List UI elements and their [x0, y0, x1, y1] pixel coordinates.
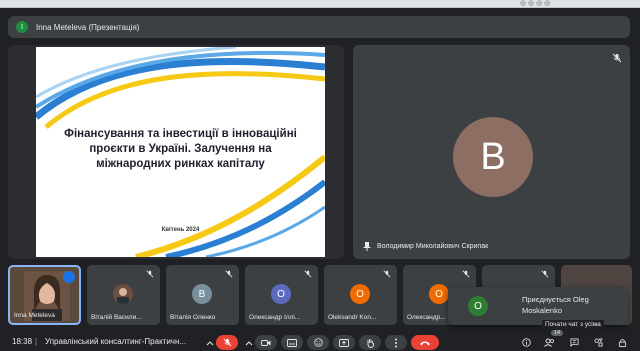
- meeting-time: 18:38: [12, 337, 33, 346]
- mic-off-icon: [223, 338, 231, 347]
- avatar: В: [192, 284, 212, 304]
- avatar: O: [350, 284, 370, 304]
- browser-tab-icons[interactable]: ◎ ◎ ◎ ◎: [520, 0, 550, 8]
- participant-name: Олександр Іллі...: [249, 314, 301, 321]
- participant-name: Віталія Оленко: [170, 314, 216, 321]
- presenter-avatar: I: [16, 21, 28, 33]
- join-notification-line-2: Moskalenko: [522, 306, 563, 315]
- mic-off-icon: [541, 270, 549, 278]
- camera-toggle-button[interactable]: [255, 335, 277, 350]
- camera-icon: [261, 339, 271, 346]
- slide-title-line-1: Фінансування та інвестиції в інноваційні: [64, 128, 297, 140]
- mic-off-icon: [462, 270, 470, 278]
- time-separator: |: [35, 337, 38, 346]
- mic-off-icon: [146, 270, 154, 278]
- participant-tile[interactable]: O Oleksandr Kon...: [324, 265, 397, 325]
- bottom-control-bar: 18:38 | Управлінський консалтинг-Практич…: [0, 334, 640, 351]
- participant-tile[interactable]: Віталій Васили...: [87, 265, 160, 325]
- participant-name: Віталій Васили...: [91, 314, 142, 321]
- participant-tile-self[interactable]: Inna Meteleva: [8, 265, 81, 325]
- present-screen-icon: [339, 338, 349, 347]
- mic-toggle-button[interactable]: [216, 335, 238, 350]
- mic-off-icon: [612, 53, 622, 63]
- host-controls-button[interactable]: [614, 335, 630, 350]
- participant-tile[interactable]: В Віталія Оленко: [166, 265, 239, 325]
- mic-off-icon: [225, 270, 233, 278]
- people-button[interactable]: [541, 335, 557, 350]
- raise-hand-button[interactable]: [359, 335, 381, 350]
- info-icon: [521, 338, 531, 347]
- more-vert-icon: [395, 338, 397, 347]
- avatar: O: [468, 296, 488, 316]
- presenter-label: Inna Meteleva (Презентація): [36, 22, 140, 32]
- reactions-button[interactable]: [307, 335, 329, 350]
- leave-call-button[interactable]: [411, 335, 439, 350]
- chat-tooltip: Почати чат з усіма: [542, 320, 604, 329]
- participant-name: Inna Meteleva: [14, 312, 55, 319]
- presenter-banner: I Inna Meteleva (Презентація): [8, 16, 630, 38]
- chat-icon: [569, 338, 579, 347]
- avatar: [113, 284, 133, 304]
- meeting-details-button[interactable]: [518, 335, 534, 350]
- avatar: О: [429, 284, 449, 304]
- slide-title-line-3: міжнародних ринках капіталу: [96, 158, 265, 170]
- browser-top-bar: ◎ ◎ ◎ ◎: [0, 0, 640, 8]
- present-button[interactable]: [333, 335, 355, 350]
- activities-button[interactable]: [590, 335, 606, 350]
- avatar: B: [453, 117, 533, 197]
- speaking-indicator-icon: [63, 271, 75, 283]
- participant-tile-main[interactable]: B Володимир Миколайович Скрипак: [353, 45, 630, 259]
- mic-off-icon: [304, 270, 312, 278]
- participant-name: Oleksandr Kon...: [328, 314, 377, 321]
- slide-title-line-2: проєкти в Україні. Залучення на: [89, 143, 272, 155]
- phone-hangup-icon: [420, 341, 430, 345]
- lock-person-icon: [618, 338, 626, 347]
- people-icon: [543, 338, 554, 347]
- meeting-title: Управлінський консалтинг-Практичн...: [45, 337, 187, 346]
- participant-name-label: Володимир Миколайович Скрипак: [363, 242, 488, 251]
- presentation-stage[interactable]: Фінансування та інвестиції в інноваційні…: [8, 45, 344, 259]
- shapes-icon: [593, 338, 603, 347]
- slide-date: Квітень 2024: [161, 227, 200, 233]
- participant-tile[interactable]: О Олександр Іллі...: [245, 265, 318, 325]
- join-notification-text: Приєднується Oleg Moskalenko: [522, 294, 589, 316]
- pin-icon[interactable]: [363, 242, 371, 251]
- chat-button[interactable]: [566, 335, 582, 350]
- captions-icon: [287, 338, 297, 347]
- presentation-slide: Фінансування та інвестиції в інноваційні…: [36, 47, 325, 257]
- mic-off-icon: [383, 270, 391, 278]
- emoji-icon: [313, 338, 323, 347]
- slide-title: Фінансування та інвестиції в інноваційні…: [48, 127, 313, 172]
- avatar: О: [271, 284, 291, 304]
- join-notification-line-1: Приєднується Oleg: [522, 295, 589, 304]
- more-options-button[interactable]: [385, 335, 407, 350]
- participant-name: Володимир Миколайович Скрипак: [377, 243, 489, 250]
- captions-button[interactable]: [281, 335, 303, 350]
- hand-icon: [366, 338, 374, 348]
